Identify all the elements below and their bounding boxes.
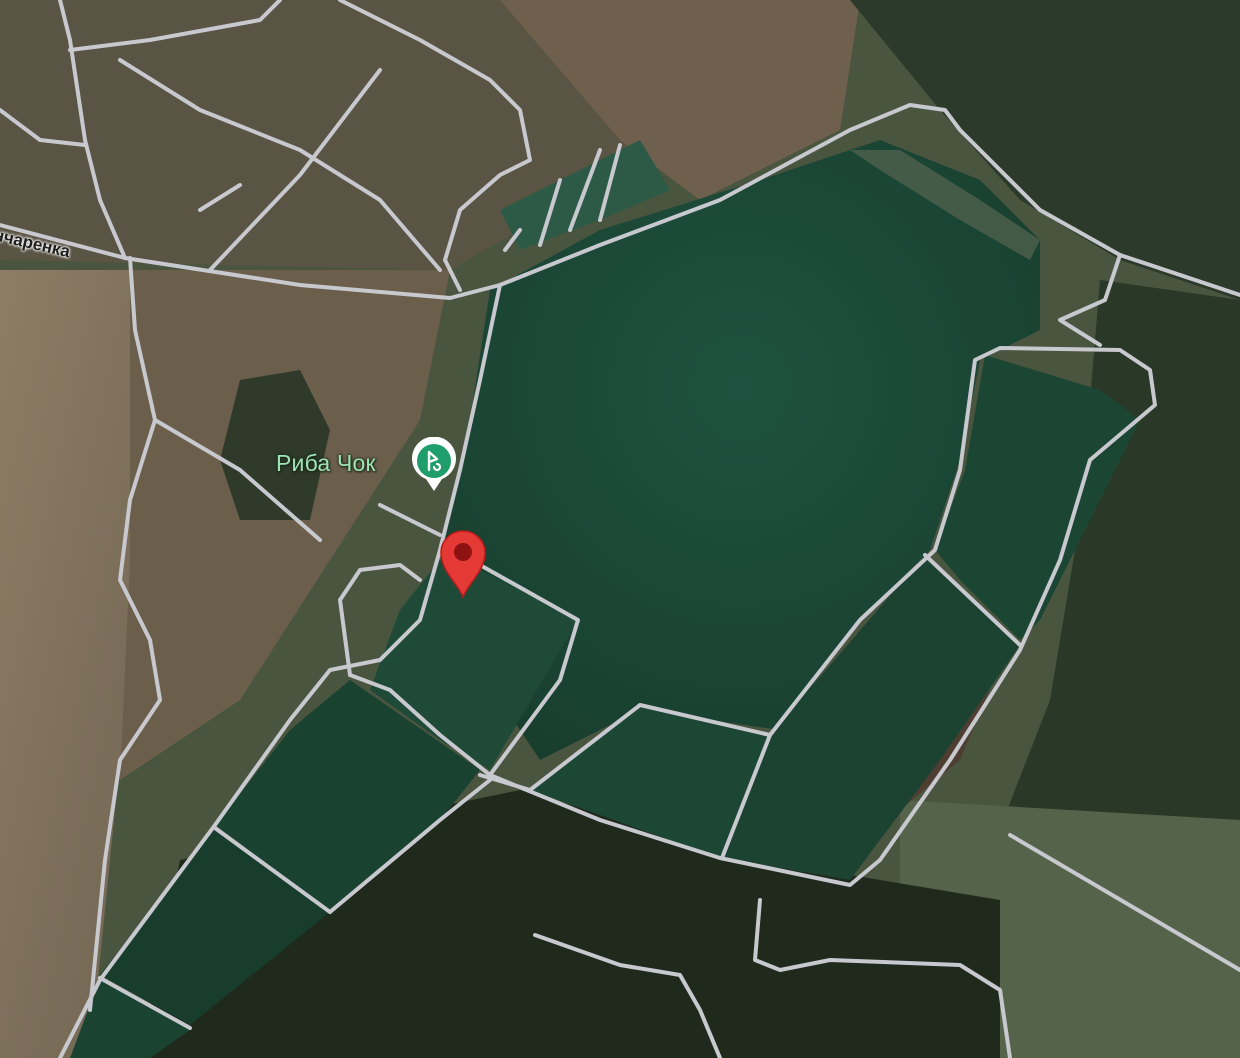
satellite-map[interactable]: нчаренка Риба Чок xyxy=(0,0,1240,1058)
poi-label[interactable]: Риба Чок xyxy=(276,450,376,477)
fishing-icon[interactable] xyxy=(410,436,458,495)
map-imagery xyxy=(0,0,1240,1058)
map-pin-icon[interactable] xyxy=(437,527,489,600)
